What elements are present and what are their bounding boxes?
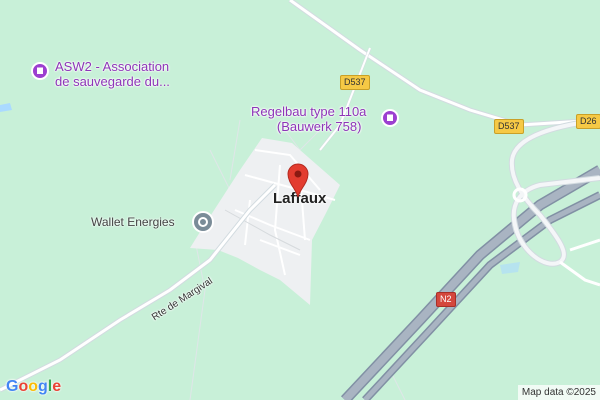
highway-n2-south [363,192,600,400]
monument-icon[interactable] [31,62,49,80]
poi-asw2-label[interactable]: ASW2 - Association de sauvegarde du... [55,59,170,89]
poi-asw2-line2: de sauvegarde du... [55,74,170,89]
shield-d537-east: D537 [494,119,524,134]
shield-d26: D26 [576,114,600,129]
logo-letter-e: e [52,378,62,395]
logo-letter-o2: o [28,378,39,395]
poi-regelbau-line2: (Bauwerk 758) [276,119,362,134]
water-patch-east [500,262,520,274]
road-d537-branch-casing [318,47,372,151]
shield-d537-north: D537 [340,75,370,90]
interchange-exit [559,238,600,287]
logo-letter-g1: G [6,378,19,395]
water-patch [0,103,12,112]
shield-n2: N2 [436,292,456,307]
monument-icon[interactable] [381,109,399,127]
map-canvas[interactable]: ASW2 - Association de sauvegarde du... R… [0,0,600,400]
poi-regelbau-line1: Regelbau type 110a [251,104,367,119]
business-wallet-energies-label[interactable]: Wallet Energies [91,215,175,229]
highway-n2-south-casing [362,191,600,400]
logo-letter-g2: g [38,378,48,395]
poi-regelbau-label[interactable]: Regelbau type 110a (Bauwerk 758) [251,104,366,134]
logo-letter-o1: o [18,378,29,395]
google-logo[interactable]: Google [6,378,61,396]
map-data-attribution[interactable]: Map data ©2025 [517,385,600,400]
poi-asw2-line1: ASW2 - Association [55,59,170,74]
location-pin-icon[interactable] [285,162,311,198]
business-icon[interactable] [192,211,214,233]
